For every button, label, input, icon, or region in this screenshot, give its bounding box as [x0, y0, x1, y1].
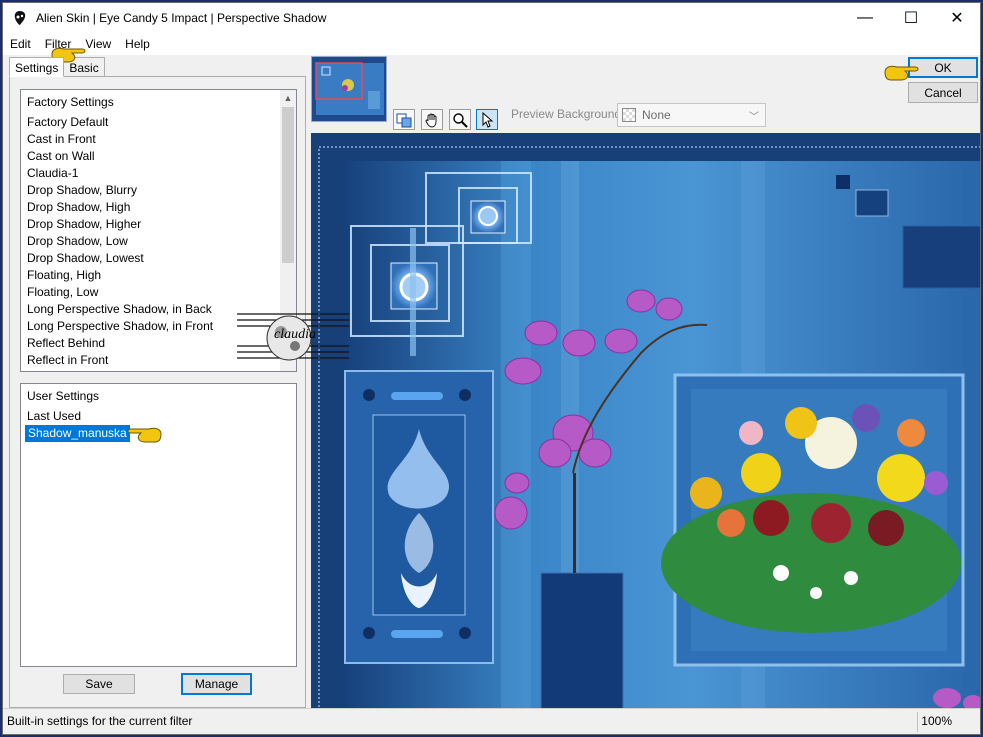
maximize-button[interactable]: ☐	[888, 3, 934, 33]
pointing-hand-icon	[884, 65, 919, 81]
list-item[interactable]: Drop Shadow, Blurry	[21, 182, 296, 199]
alien-skin-app-icon	[14, 11, 26, 25]
menu-help[interactable]: Help	[118, 37, 157, 51]
arrow-pointer-icon	[482, 111, 494, 128]
list-item[interactable]: Drop Shadow, Low	[21, 233, 296, 250]
status-text: Built-in settings for the current filter	[7, 714, 193, 728]
manage-button[interactable]: Manage	[181, 673, 252, 695]
preview-image	[311, 133, 980, 710]
list-item[interactable]: Cast on Wall	[21, 148, 296, 165]
preview-background-select[interactable]: None ﹀	[617, 103, 766, 127]
eye-candy-window: Alien Skin | Eye Candy 5 Impact | Perspe…	[2, 2, 981, 735]
list-item[interactable]: Drop Shadow, High	[21, 199, 296, 216]
preview-background-value: None	[642, 108, 671, 122]
list-item[interactable]: Drop Shadow, Lowest	[21, 250, 296, 267]
list-item[interactable]: Drop Shadow, Higher	[21, 216, 296, 233]
close-button[interactable]: ✕	[934, 3, 980, 33]
factory-settings-header: Factory Settings	[27, 95, 114, 109]
user-settings-header: User Settings	[27, 389, 100, 403]
list-item[interactable]: Floating, Low	[21, 284, 296, 301]
scroll-up-arrow-icon[interactable]: ▲	[280, 90, 296, 106]
hand-icon	[425, 113, 437, 127]
settings-tabs: Settings Basic	[9, 57, 105, 77]
status-bar: Built-in settings for the current filter…	[3, 708, 980, 734]
zoom-level: 100%	[921, 714, 952, 728]
preview-background-label: Preview Background:	[511, 107, 625, 121]
svg-text:claudia: claudia	[274, 327, 316, 342]
magnifier-icon	[453, 112, 468, 128]
navigator-thumbnail[interactable]	[311, 56, 387, 122]
scroll-thumb[interactable]	[282, 107, 294, 263]
list-item[interactable]: Factory Default	[21, 114, 296, 131]
list-item[interactable]: Last Used	[21, 408, 296, 425]
chevron-down-icon: ﹀	[749, 112, 759, 123]
hand-tool-button[interactable]	[421, 109, 443, 130]
cancel-button[interactable]: Cancel	[908, 82, 978, 103]
menu-bar: Edit Filter View Help	[3, 33, 980, 55]
pointing-hand-icon	[127, 427, 162, 443]
list-item[interactable]: Cast in Front	[21, 131, 296, 148]
menu-edit[interactable]: Edit	[3, 37, 38, 51]
zoom-tool-button[interactable]	[449, 109, 471, 130]
save-button[interactable]: Save	[63, 674, 135, 694]
preview-canvas[interactable]	[311, 133, 980, 710]
list-item[interactable]: Claudia-1	[21, 165, 296, 182]
list-item[interactable]: Floating, High	[21, 267, 296, 284]
toggle-preview-button[interactable]	[393, 109, 415, 130]
window-controls: — ☐ ✕	[842, 3, 980, 33]
claudia-watermark: claudia	[237, 313, 349, 361]
select-tool-button[interactable]	[476, 109, 498, 130]
window-title: Alien Skin | Eye Candy 5 Impact | Perspe…	[36, 11, 327, 25]
minimize-button[interactable]: —	[842, 3, 888, 33]
settings-panel: Factory Settings Factory Default Cast in…	[9, 76, 306, 708]
status-divider	[917, 712, 918, 732]
tab-settings[interactable]: Settings	[9, 57, 65, 77]
transparency-swatch-icon	[622, 108, 636, 122]
selected-user-setting[interactable]: Shadow_manuska	[25, 425, 130, 442]
title-bar: Alien Skin | Eye Candy 5 Impact | Perspe…	[3, 3, 980, 33]
toggle-preview-icon	[396, 113, 412, 127]
navigator-preview-image	[312, 57, 386, 121]
